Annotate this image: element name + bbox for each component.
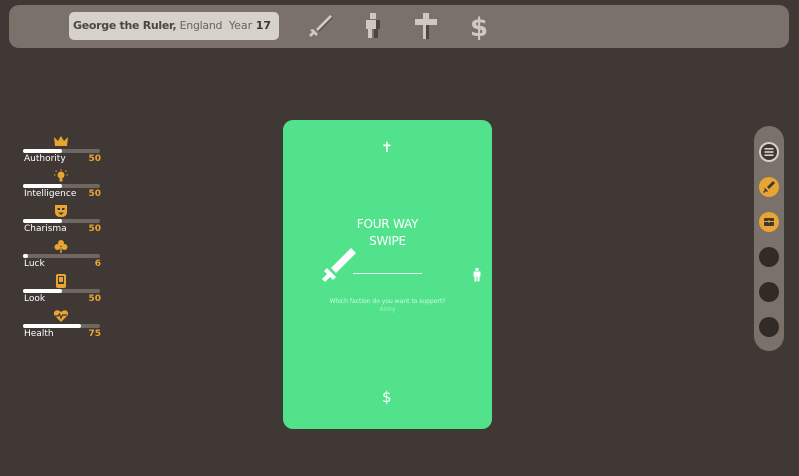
stat-bar (23, 184, 100, 188)
stat-label: Health (24, 329, 54, 339)
stat-value: 6 (94, 259, 101, 269)
stat-luck: Luck 6 (23, 239, 101, 273)
stat-charisma: Charisma 50 (23, 204, 101, 238)
chest-badge-icon[interactable] (759, 212, 779, 232)
swipe-card[interactable]: ✝ FOUR WAY SWIPE Which faction do you wa… (283, 120, 492, 429)
stat-bar-fill (23, 184, 62, 188)
dollar-icon: $ (464, 11, 494, 41)
left-choice-sword-icon (319, 246, 359, 286)
stat-label: Intelligence (24, 189, 77, 199)
side-panel (754, 126, 784, 351)
stat-bar-fill (23, 289, 62, 293)
stat-value: 75 (88, 329, 101, 339)
top-choice-cross-icon: ✝ (381, 140, 393, 156)
top-bar: George the Ruler, England Year 17 $ (9, 5, 789, 48)
year-value: 17 (255, 19, 271, 32)
empty-slot[interactable] (759, 317, 779, 337)
stat-health: Health 75 (23, 309, 101, 343)
stat-value: 50 (88, 154, 101, 164)
clover-icon (53, 239, 69, 253)
stat-bar-fill (23, 324, 81, 328)
ruler-country: England (176, 19, 223, 32)
svg-text:$: $ (470, 13, 488, 41)
stat-bar-fill (23, 149, 62, 153)
stat-label: Luck (24, 259, 45, 269)
card-title: FOUR WAY SWIPE (283, 216, 492, 250)
stat-bar-fill (23, 219, 62, 223)
stat-value: 50 (88, 294, 101, 304)
menu-icon[interactable] (759, 142, 779, 162)
card-question: Which faction do you want to support? (329, 298, 446, 305)
heart-icon (53, 309, 69, 323)
card-divider (353, 273, 422, 274)
stat-value: 50 (88, 189, 101, 199)
empty-slot[interactable] (759, 247, 779, 267)
ruler-name: George the Ruler, (73, 19, 177, 32)
card-overlay-text: Army (379, 306, 396, 313)
stat-label: Charisma (24, 224, 67, 234)
mask-icon (53, 204, 69, 218)
stat-look: Look 50 (23, 274, 101, 308)
year-display: Year 17 (229, 12, 271, 40)
stat-label: Look (24, 294, 46, 304)
stat-bar (23, 149, 100, 153)
stat-bar (23, 289, 100, 293)
stat-label: Authority (24, 154, 66, 164)
year-label: Year (228, 19, 256, 32)
stat-intelligence: Intelligence 50 (23, 169, 101, 203)
stat-bar (23, 254, 100, 258)
right-choice-person-icon (471, 267, 483, 282)
stat-bar (23, 324, 100, 328)
ruler-name-group: George the Ruler, England (73, 12, 223, 40)
stat-value: 50 (88, 224, 101, 234)
stat-bar (23, 219, 100, 223)
ruler-info: George the Ruler, England Year 17 (69, 12, 279, 40)
sword-badge-icon[interactable] (759, 177, 779, 197)
mirror-icon (53, 274, 69, 288)
sword-icon (306, 11, 336, 41)
stat-authority: Authority 50 (23, 134, 101, 168)
card-title-line1: FOUR WAY (356, 217, 419, 231)
crown-icon (53, 134, 69, 148)
stat-bar-fill (23, 254, 28, 258)
card-title-line2: SWIPE (369, 234, 406, 248)
cross-icon (411, 11, 441, 41)
bottom-choice-dollar-icon: $ (382, 388, 392, 406)
person-icon (358, 11, 388, 41)
empty-slot[interactable] (759, 282, 779, 302)
lightbulb-icon (53, 169, 69, 183)
